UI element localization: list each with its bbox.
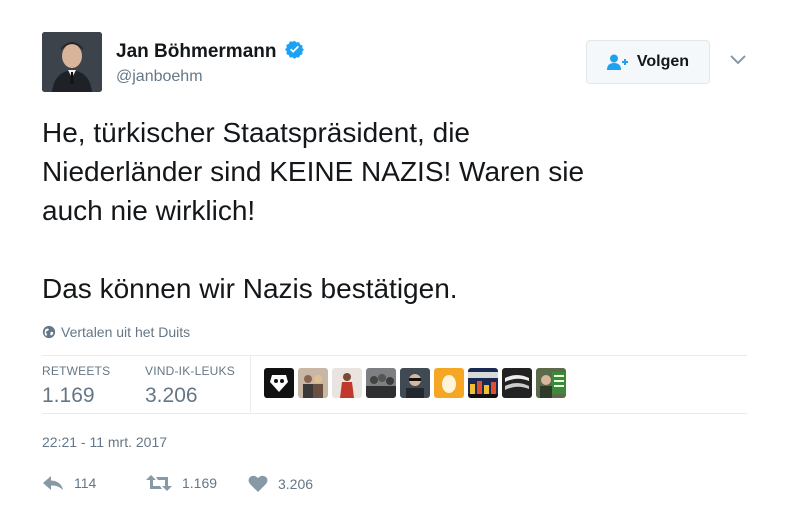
likes-value: 3.206 bbox=[145, 384, 198, 407]
profile-photo bbox=[42, 32, 102, 92]
stats-top-divider bbox=[42, 355, 747, 356]
globe-icon bbox=[42, 325, 56, 339]
follow-button[interactable]: Volgen bbox=[586, 40, 710, 84]
retweet-button[interactable]: 1.169 bbox=[146, 475, 217, 491]
add-user-icon bbox=[606, 54, 628, 70]
free-green-avatar[interactable] bbox=[536, 368, 566, 398]
like-count: 3.206 bbox=[278, 476, 314, 492]
likers-avatars bbox=[264, 368, 566, 398]
woman-red-dress-avatar[interactable] bbox=[332, 368, 362, 398]
hands-bw-avatar[interactable] bbox=[502, 368, 532, 398]
likes-label: VIND-IK-LEUKS bbox=[145, 364, 235, 378]
tweet-timestamp[interactable]: 22:21 - 11 mrt. 2017 bbox=[42, 434, 167, 450]
translate-label: Vertalen uit het Duits bbox=[61, 324, 191, 340]
follow-button-label: Volgen bbox=[636, 53, 690, 70]
reply-icon bbox=[43, 476, 63, 490]
city-skyline-avatar[interactable] bbox=[468, 368, 498, 398]
user-name-row[interactable]: Jan Böhmermann bbox=[116, 40, 304, 64]
retweet-count: 1.169 bbox=[182, 475, 218, 491]
retweets-stat[interactable]: RETWEETS 1.169 bbox=[42, 364, 110, 408]
more-options-chevron-down-icon[interactable] bbox=[730, 52, 746, 70]
couple-photo-avatar[interactable] bbox=[298, 368, 328, 398]
heart-icon bbox=[248, 475, 268, 492]
stats-vertical-divider bbox=[250, 356, 251, 412]
retweets-label: RETWEETS bbox=[42, 364, 111, 378]
crowd-photo-avatar[interactable] bbox=[366, 368, 396, 398]
man-sunglasses-avatar[interactable] bbox=[400, 368, 430, 398]
egg-default-avatar[interactable] bbox=[434, 368, 464, 398]
stats-bottom-divider bbox=[42, 413, 747, 414]
reply-button[interactable]: 114 bbox=[42, 475, 96, 491]
retweet-icon bbox=[146, 475, 172, 491]
translate-link[interactable]: Vertalen uit het Duits bbox=[42, 324, 190, 340]
user-handle[interactable]: @janboehm bbox=[116, 68, 203, 86]
verified-badge-icon bbox=[285, 40, 304, 64]
tweet-text: He, türkischer Staatspräsident, die Nied… bbox=[42, 117, 585, 304]
profile-avatar[interactable] bbox=[42, 32, 102, 92]
like-button[interactable]: 3.206 bbox=[248, 475, 313, 493]
skull-logo-avatar[interactable] bbox=[264, 368, 294, 398]
retweets-value: 1.169 bbox=[42, 384, 95, 407]
reply-count: 114 bbox=[74, 475, 97, 491]
likes-stat[interactable]: VIND-IK-LEUKS 3.206 bbox=[145, 364, 235, 408]
user-name[interactable]: Jan Böhmermann bbox=[116, 41, 276, 62]
